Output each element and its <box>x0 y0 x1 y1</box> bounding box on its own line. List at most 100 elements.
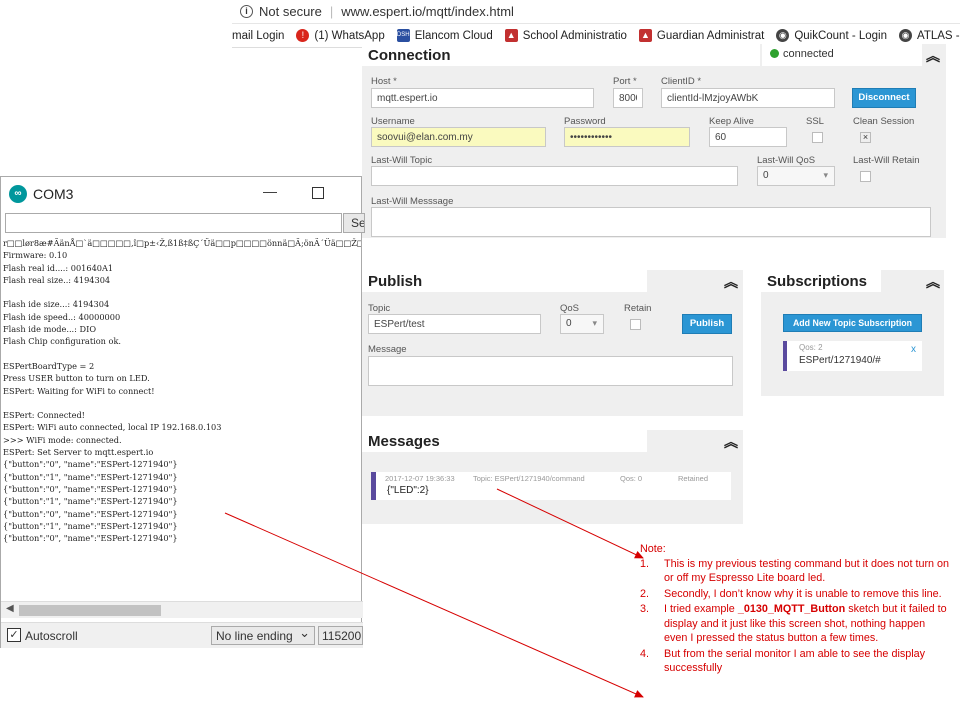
serial-monitor-window: ∞ COM3 — Send r□□lør8æ#ÃänÅ□`ä□□□□□,î□p±… <box>0 176 365 648</box>
clean-session-label: Clean Session <box>853 116 915 127</box>
publish-button[interactable]: Publish <box>682 314 732 334</box>
message-time: 2017-12-07 19:36:33 <box>385 474 455 483</box>
serial-line: Flash ide speed..: 40000000 <box>3 311 121 322</box>
lwt-qos-select[interactable]: 0 <box>757 166 835 186</box>
serial-line: ESPert: Connected! <box>3 410 85 421</box>
line-ending-select[interactable]: No line ending <box>211 625 315 645</box>
bookmark-guardian-admin[interactable]: ▲ Guardian Administrat <box>638 29 764 42</box>
lwt-message-label: Last-Will Messsage <box>371 196 454 207</box>
clientid-input[interactable] <box>661 88 835 108</box>
url-divider: | <box>329 4 334 19</box>
keep-alive-input[interactable] <box>709 127 787 147</box>
note-item: 3. I tried example _0130_MQTT_Button sket… <box>640 603 947 644</box>
bookmark-whatsapp[interactable]: ! (1) WhatsApp <box>296 29 385 42</box>
globe-icon: ◉ <box>776 29 790 42</box>
bookmark-elancom[interactable]: DSH Elancom Cloud <box>396 29 493 42</box>
port-label: Port * <box>613 76 637 87</box>
publish-title: Publish <box>362 270 647 292</box>
annotation-note: Note: 1. This is my previous testing comm… <box>640 542 950 677</box>
publish-topic-input[interactable] <box>368 314 541 334</box>
serial-line: Press USER button to turn on LED. <box>3 373 150 384</box>
address-bar[interactable]: i Not secure | www.espert.io/mqtt/index.… <box>232 0 960 24</box>
ssl-checkbox[interactable] <box>812 132 823 143</box>
connection-title: Connection <box>362 44 760 66</box>
bookmark-school-admin[interactable]: ▲ School Administratio <box>504 29 627 42</box>
serial-line: {"button":"0", "name":"ESPert-1271940"} <box>3 533 178 544</box>
lwt-topic-label: Last-Will Topic <box>371 155 433 166</box>
messages-panel: Messages ︽ 2017-12-07 19:36:33 Topic: ES… <box>362 430 743 524</box>
collapse-chevron-icon[interactable]: ︽ <box>926 272 940 292</box>
subscription-remove-icon[interactable]: x <box>911 344 916 355</box>
send-button[interactable]: Send <box>343 213 365 233</box>
publish-retain-checkbox[interactable] <box>630 319 641 330</box>
username-input[interactable] <box>371 127 546 147</box>
serial-monitor-footer: ✓ Autoscroll No line ending 115200 <box>1 622 363 648</box>
collapse-chevron-icon[interactable]: ︽ <box>724 272 738 292</box>
note-item: 2. Secondly, I don’t know why it is unabl… <box>640 587 942 600</box>
messages-title: Messages <box>362 430 647 452</box>
host-label: Host * <box>371 76 397 87</box>
serial-send-input[interactable] <box>5 213 342 233</box>
bookmark-quikcount[interactable]: ◉ QuikCount - Login <box>776 29 887 42</box>
info-icon[interactable]: i <box>240 5 253 18</box>
note-item: 4. But from the serial monitor I am able … <box>640 647 926 675</box>
autoscroll-label: Autoscroll <box>25 629 78 643</box>
publish-message-input[interactable] <box>368 356 733 386</box>
globe-icon: ◉ <box>899 29 913 42</box>
bookmark-mail-login[interactable]: mail Login <box>232 30 284 42</box>
lwt-retain-checkbox[interactable] <box>860 171 871 182</box>
scrollbar-thumb[interactable] <box>19 605 161 616</box>
serial-output: r□□lør8æ#ÃänÅ□`ä□□□□□,î□p±‹Ž,ß1ß‡ßÇ´Üä□□… <box>3 237 361 603</box>
port-input[interactable] <box>613 88 643 108</box>
note-list: 1. This is my previous testing command bu… <box>640 557 950 676</box>
serial-line: {"button":"1", "name":"ESPert-1271940"} <box>3 496 178 507</box>
subscription-qos: Qos: 2 <box>799 343 823 352</box>
collapse-chevron-icon[interactable]: ︽ <box>724 432 738 452</box>
lwt-topic-input[interactable] <box>371 166 738 186</box>
disconnect-button[interactable]: Disconnect <box>852 88 916 108</box>
message-item[interactable]: 2017-12-07 19:36:33 Topic: ESPert/127194… <box>371 472 731 500</box>
publish-message-label: Message <box>368 344 407 355</box>
minimize-icon[interactable]: — <box>263 183 277 199</box>
lwt-message-input[interactable] <box>371 207 931 237</box>
password-input[interactable] <box>564 127 690 147</box>
window-title: COM3 <box>33 186 74 202</box>
host-input[interactable] <box>371 88 594 108</box>
serial-line: Firmware: 0.10 <box>3 250 68 261</box>
keep-alive-label: Keep Alive <box>709 116 754 127</box>
bookmark-atlas[interactable]: ◉ATLAS - Login <box>899 29 960 42</box>
maximize-icon[interactable] <box>312 187 324 199</box>
serial-line: ESPert: WiFi auto connected, local IP 19… <box>3 422 222 433</box>
serial-line: Flash real size..: 4194304 <box>3 274 111 285</box>
scroll-left-icon[interactable]: ◀ <box>6 603 14 614</box>
dsh-icon: DSH <box>396 29 410 42</box>
serial-monitor-titlebar: ∞ COM3 <box>1 177 361 211</box>
note-title: Note: <box>640 543 666 555</box>
serial-line: Flash ide size...: 4194304 <box>3 299 110 310</box>
collapse-chevron-icon[interactable]: ︽ <box>926 46 940 66</box>
serial-line <box>3 348 361 360</box>
clean-session-checkbox[interactable]: × <box>860 132 871 143</box>
ssl-label: SSL <box>806 116 824 127</box>
publish-qos-select[interactable]: 0 <box>560 314 604 334</box>
horizontal-scrollbar[interactable]: ◀ <box>1 601 363 618</box>
autoscroll-checkbox[interactable]: ✓ <box>7 628 21 642</box>
alert-icon: ! <box>296 29 310 42</box>
message-topic: Topic: ESPert/1271940/command <box>473 474 585 483</box>
add-subscription-button[interactable]: Add New Topic Subscription <box>783 314 922 332</box>
baud-rate-select[interactable]: 115200 <box>318 626 363 645</box>
serial-line: {"button":"1", "name":"ESPert-1271940"} <box>3 520 178 531</box>
arduino-logo-icon: ∞ <box>9 185 27 203</box>
serial-line: {"button":"1", "name":"ESPert-1271940"} <box>3 471 178 482</box>
publish-topic-label: Topic <box>368 303 391 314</box>
school-icon: ▲ <box>638 29 652 42</box>
publish-retain-label: Retain <box>624 303 652 314</box>
username-label: Username <box>371 116 415 127</box>
subscription-item[interactable]: Qos: 2 x ESPert/1271940/# <box>783 341 922 371</box>
url-text[interactable]: www.espert.io/mqtt/index.html <box>341 4 514 19</box>
serial-line: r□□lør8æ#ÃänÅ□`ä□□□□□,î□p±‹Ž,ß1ß‡ßÇ´Üä□□… <box>3 238 361 248</box>
subscriptions-title: Subscriptions <box>761 270 881 292</box>
password-label: Password <box>564 116 606 127</box>
serial-line: {"button":"0", "name":"ESPert-1271940"} <box>3 459 178 470</box>
school-icon: ▲ <box>504 29 518 42</box>
